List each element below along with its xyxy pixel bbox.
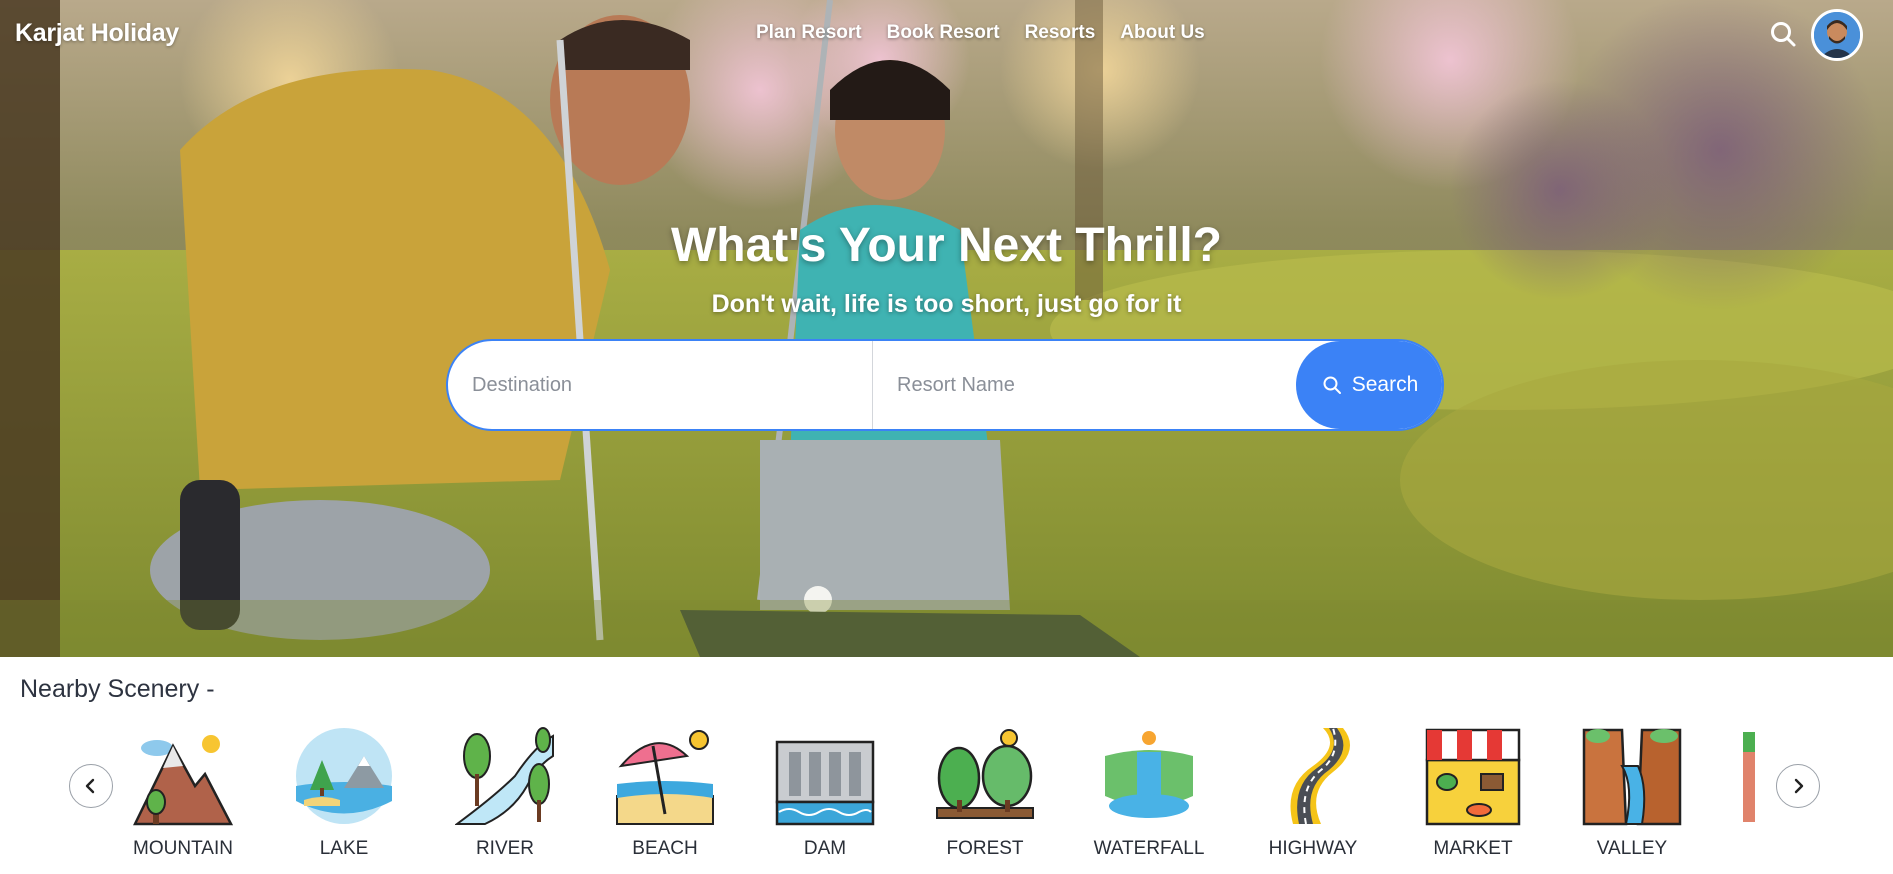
search-button[interactable]: Search <box>1296 341 1442 429</box>
user-avatar[interactable] <box>1811 9 1863 61</box>
mountain-icon <box>133 735 233 826</box>
forest-icon <box>936 729 1034 819</box>
search-button-label: Search <box>1351 373 1419 396</box>
scenery-item-label: BEACH <box>632 838 698 859</box>
scenery-item-label: MOUNTAIN <box>133 838 233 859</box>
nav-link-resorts[interactable]: Resorts <box>1025 22 1096 44</box>
nearby-scenery-title: Nearby Scenery - <box>20 675 215 703</box>
river-icon <box>455 727 554 825</box>
nav-link-about-us[interactable]: About Us <box>1120 22 1204 44</box>
scenery-item-river[interactable]: RIVER <box>440 726 570 871</box>
scenery-item-label: FOREST <box>946 838 1024 859</box>
scenery-item-label: LAKE <box>319 838 369 859</box>
search-icon <box>1323 376 1341 394</box>
scenery-item-lake[interactable]: LAKE <box>279 726 409 871</box>
scenery-item-label: VALLEY <box>1596 838 1668 859</box>
scenery-item-beach[interactable]: BEACH <box>600 726 730 871</box>
hero-background-image <box>0 0 1893 657</box>
destination-input[interactable] <box>448 341 872 429</box>
scenery-item-dam[interactable]: DAM <box>760 726 890 871</box>
scenery-item-waterfall[interactable]: WATERFALL <box>1084 726 1214 871</box>
search-icon[interactable] <box>1769 20 1797 48</box>
top-navbar: Karjat Holiday Plan Resort Book Resort R… <box>0 0 1893 66</box>
scenery-item-label: HIGHWAY <box>1268 838 1358 859</box>
hero-headline: What's Your Next Thrill? <box>670 219 1222 272</box>
waterfall-icon <box>1105 731 1193 818</box>
valley-icon <box>1582 728 1682 826</box>
carousel-next-button[interactable] <box>1776 764 1820 808</box>
search-bar: Search <box>446 339 1444 431</box>
market-icon <box>1425 728 1521 826</box>
hero-banner: Karjat Holiday Plan Resort Book Resort R… <box>0 0 1893 657</box>
scenery-item-market[interactable]: MARKET <box>1408 726 1538 871</box>
scenery-item-label: DAM <box>803 838 847 859</box>
brand-logo[interactable]: Karjat Holiday <box>15 19 179 48</box>
resort-name-input[interactable] <box>873 341 1293 429</box>
scenery-item-valley[interactable]: VALLEY <box>1567 726 1697 871</box>
scenery-item-highway[interactable]: HIGHWAY <box>1248 726 1378 871</box>
beach-icon <box>616 730 714 825</box>
scenery-item-mountain[interactable]: MOUNTAIN <box>118 726 248 871</box>
carousel-prev-button[interactable] <box>69 764 113 808</box>
scenery-item-label: WATERFALL <box>1093 838 1205 859</box>
nav-link-book-resort[interactable]: Book Resort <box>887 22 1000 44</box>
dam-icon <box>775 740 875 826</box>
scenery-item-partial <box>1743 732 1757 824</box>
main-menu: Plan Resort Book Resort Resorts About Us <box>756 22 1205 44</box>
hero-subheadline: Don't wait, life is too short, just go f… <box>711 290 1182 318</box>
lake-icon <box>296 728 392 824</box>
scenery-item-label: MARKET <box>1433 838 1513 859</box>
scenery-item-label: RIVER <box>475 838 535 859</box>
nav-link-plan-resort[interactable]: Plan Resort <box>756 22 862 44</box>
chevron-left-icon <box>85 778 95 794</box>
scenery-item-forest[interactable]: FOREST <box>920 726 1050 871</box>
chevron-right-icon <box>1794 778 1804 794</box>
highway-icon <box>1290 727 1351 825</box>
